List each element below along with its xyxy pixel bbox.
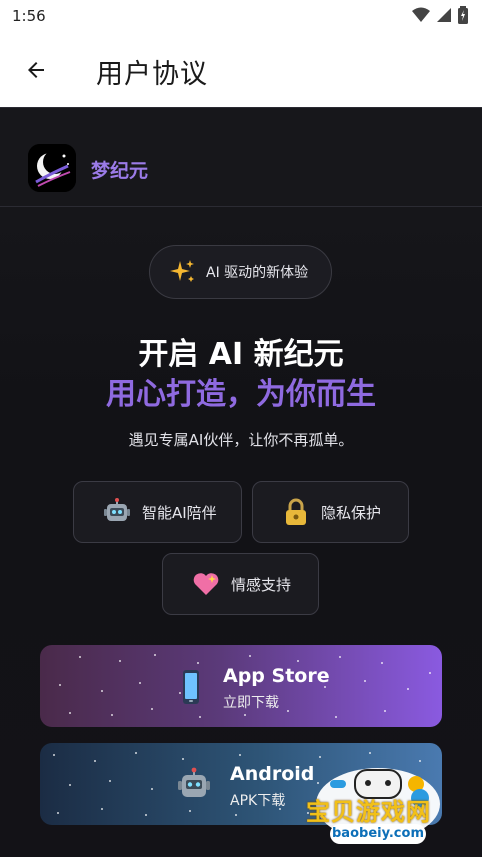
heart-icon bbox=[191, 569, 221, 599]
app-bar: 用户协议 bbox=[0, 32, 482, 107]
feature-label: 隐私保护 bbox=[321, 503, 382, 522]
app-logo[interactable] bbox=[28, 144, 76, 192]
agreement-webview: 梦纪元 AI 驱动的新体验 开启 AI 新纪元 用心打造，为你而生 遇见专属AI… bbox=[0, 107, 482, 857]
android-subtitle: APK下载 bbox=[230, 793, 286, 809]
battery-icon bbox=[458, 6, 468, 24]
status-time: 1:56 bbox=[12, 7, 46, 25]
feature-label: 智能AI陪伴 bbox=[142, 503, 217, 522]
brand-header: 梦纪元 bbox=[0, 107, 482, 207]
feature-privacy: 隐私保护 bbox=[252, 481, 409, 543]
watermark-url: baobeiy.com bbox=[330, 824, 426, 844]
feature-ai-companion: 智能AI陪伴 bbox=[73, 481, 242, 543]
moon-logo-icon bbox=[28, 144, 76, 192]
ai-badge-text: AI 驱动的新体验 bbox=[206, 265, 309, 281]
wifi-icon bbox=[412, 7, 430, 22]
status-bar: 1:56 bbox=[0, 0, 482, 32]
ai-badge: AI 驱动的新体验 bbox=[149, 245, 332, 299]
robot-icon bbox=[178, 767, 210, 797]
watermark-text: 宝贝游戏网 bbox=[306, 798, 431, 826]
appstore-download-button[interactable]: App Store 立即下载 bbox=[40, 645, 442, 727]
lock-icon bbox=[281, 497, 311, 527]
hero-tagline: 用心打造，为你而生 bbox=[106, 377, 376, 412]
feature-emotional-support: 情感支持 bbox=[162, 553, 319, 615]
arrow-left-icon bbox=[28, 62, 44, 78]
page-title: 用户协议 bbox=[96, 59, 208, 90]
appstore-subtitle: 立即下载 bbox=[223, 695, 279, 711]
signal-icon bbox=[437, 8, 451, 22]
hero-subtitle: 遇见专属AI伙伴，让你不再孤单。 bbox=[128, 431, 354, 449]
watermark: 宝贝游戏网 baobeiy.com bbox=[300, 764, 460, 857]
feature-label: 情感支持 bbox=[231, 575, 292, 594]
status-icons bbox=[412, 6, 468, 24]
sparkle-icon bbox=[170, 260, 194, 282]
brand-name[interactable]: 梦纪元 bbox=[91, 156, 148, 183]
hero-heading: 开启 AI 新纪元 bbox=[138, 337, 344, 372]
back-button[interactable] bbox=[18, 52, 54, 88]
phone-icon bbox=[183, 670, 199, 704]
robot-icon bbox=[102, 497, 132, 527]
appstore-title: App Store bbox=[223, 665, 330, 687]
